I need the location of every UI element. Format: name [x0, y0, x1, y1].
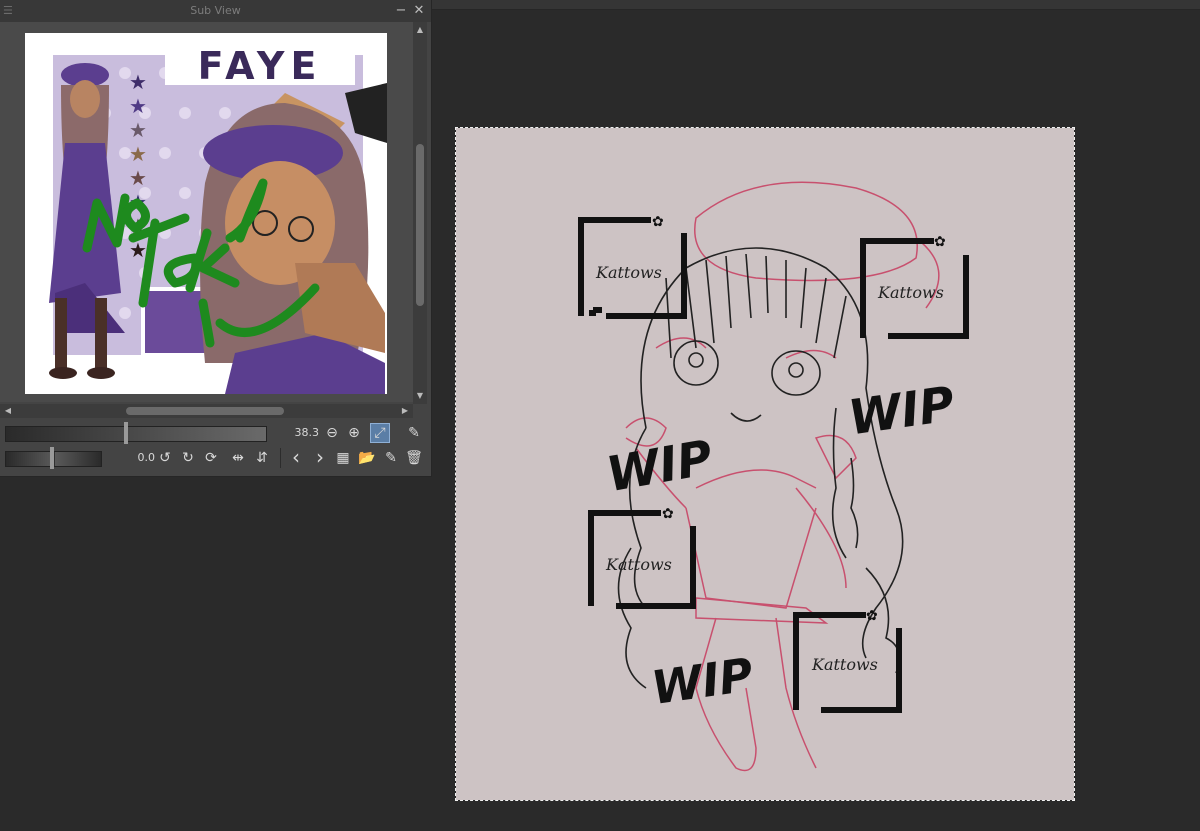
scroll-left-icon[interactable]: ◀ [2, 404, 14, 418]
svg-text:★: ★ [129, 142, 147, 166]
toolbar-divider [280, 448, 281, 468]
panel-title-bar[interactable]: ☰ Sub View − ✕ [0, 0, 431, 22]
minimize-button[interactable]: − [393, 2, 409, 20]
svg-text:★: ★ [129, 118, 147, 142]
next-image-button[interactable]: › [310, 447, 330, 467]
watermark: Kattows ✿ [588, 506, 696, 609]
scroll-up-icon[interactable]: ▲ [413, 24, 427, 36]
wip-label: WIP [603, 430, 717, 504]
rotate-right-button[interactable]: ↻ [178, 448, 198, 468]
scroll-down-icon[interactable]: ▼ [413, 390, 427, 402]
delete-image-button[interactable]: 🗑 [404, 448, 424, 468]
reset-rotation-button[interactable]: ⟳ [201, 448, 221, 468]
previous-image-button[interactable]: ‹ [286, 447, 306, 467]
watermark: Kattows ✿ [578, 214, 687, 319]
scroll-right-icon[interactable]: ▶ [399, 404, 411, 418]
svg-text:★: ★ [129, 94, 147, 118]
rotation-slider-handle[interactable] [50, 447, 54, 469]
zoom-out-button[interactable]: ⊖ [322, 423, 342, 443]
fit-view-button[interactable]: ⤢ [370, 423, 390, 443]
zoom-value: 38.3 [294, 426, 320, 439]
svg-text:★: ★ [129, 70, 147, 94]
vertical-scroll-thumb[interactable] [416, 144, 424, 306]
panel-title: Sub View [190, 4, 241, 17]
edit-image-button[interactable]: ✎ [381, 448, 401, 468]
flip-vertical-button[interactable]: ⇵ [252, 448, 272, 468]
sub-view-panel: ☰ Sub View − ✕ FAYE ★ ★ ★ ★ ★ ★ ★ ★ ▲ ▼ … [0, 0, 432, 477]
rotation-value: 0.0 [137, 451, 156, 464]
zoom-slider-handle[interactable] [124, 422, 128, 444]
svg-text:★: ★ [129, 166, 147, 190]
svg-text:✿: ✿ [652, 214, 664, 230]
svg-text:✿: ✿ [662, 506, 674, 522]
svg-text:✿: ✿ [866, 608, 878, 624]
vertical-scrollbar[interactable]: ▲ ▼ [413, 22, 427, 404]
canvas-artwork: WIP WIP WIP Kattows ✿ Kattows ✿ Kattows … [578, 181, 969, 772]
rotate-left-button[interactable]: ↺ [155, 448, 175, 468]
close-button[interactable]: ✕ [411, 2, 427, 20]
svg-text:✿: ✿ [934, 234, 946, 250]
reference-title: FAYE [198, 44, 323, 88]
svg-text:Kattows: Kattows [877, 283, 944, 302]
svg-text:Kattows: Kattows [595, 263, 662, 282]
zoom-in-button[interactable]: ⊕ [344, 423, 364, 443]
horizontal-scrollbar[interactable]: ◀ ▶ [0, 404, 413, 418]
reference-image: FAYE ★ ★ ★ ★ ★ ★ ★ ★ [25, 33, 387, 394]
thumbnail-grid-button[interactable]: ▦ [333, 448, 353, 468]
svg-text:Kattows: Kattows [605, 555, 672, 574]
horizontal-scroll-thumb[interactable] [126, 407, 284, 415]
color-swatch [145, 291, 205, 353]
open-file-button[interactable]: 📂 [357, 448, 377, 468]
flip-horizontal-button[interactable]: ⇹ [228, 448, 248, 468]
watermark: Kattows ✿ [793, 608, 902, 713]
wip-stamps: WIP WIP WIP [603, 376, 958, 715]
svg-text:Kattows: Kattows [811, 655, 878, 674]
watermark: Kattows ✿ [860, 234, 969, 339]
zoom-slider[interactable] [5, 426, 267, 442]
drawing-canvas[interactable]: WIP WIP WIP Kattows ✿ Kattows ✿ Kattows … [455, 127, 1075, 801]
wip-label: WIP [845, 376, 958, 446]
wip-label: WIP [648, 647, 756, 715]
eyedropper-button[interactable]: ✎ [404, 423, 424, 443]
